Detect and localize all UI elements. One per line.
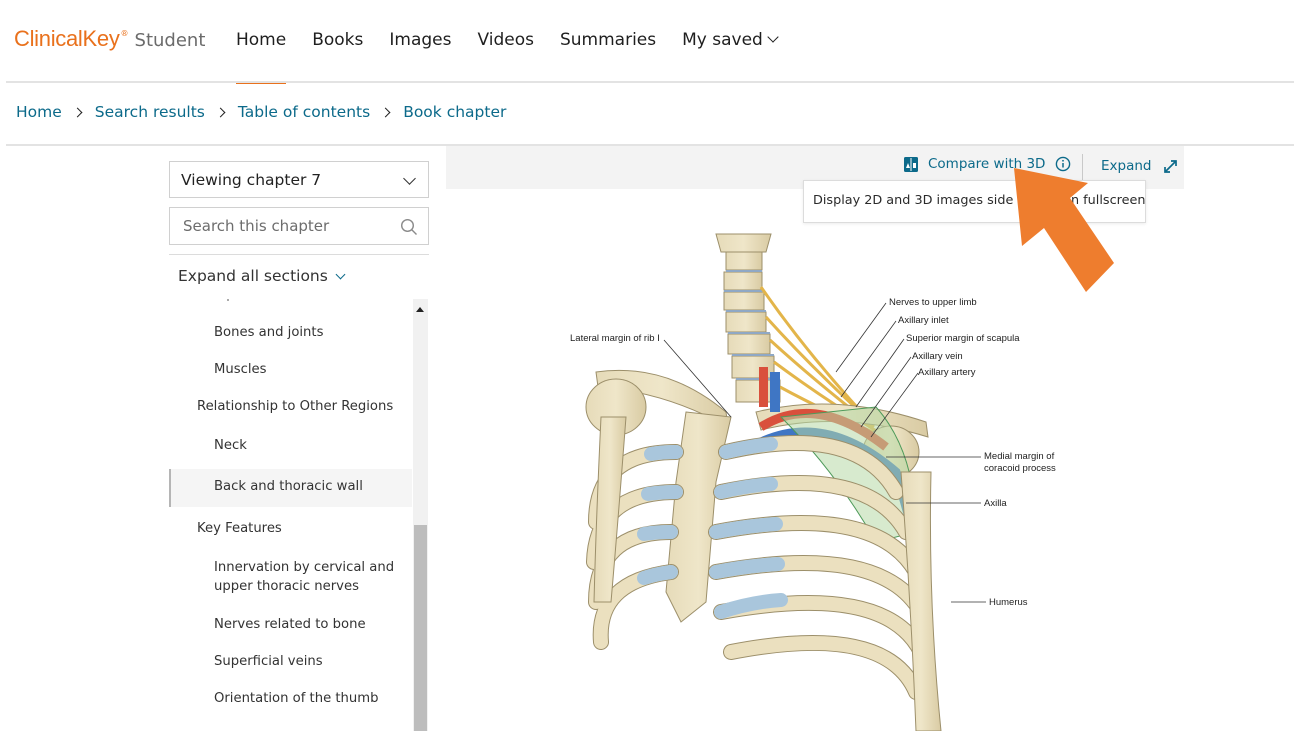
toc-item-innervation[interactable]: Innervation by cervical and upper thorac… (169, 558, 409, 596)
label-axillary-vein: Axillary vein (912, 351, 963, 362)
toc-item-key-features[interactable]: Key Features (169, 519, 412, 538)
expand-arrows-icon (1163, 159, 1177, 173)
toc-item-orientation-of-thumb[interactable]: Orientation of the thumb (169, 689, 412, 708)
top-header: ClinicalKey ® Student Home Books Images … (0, 0, 1300, 84)
toc-item-bones-and-joints[interactable]: Bones and joints (169, 323, 412, 342)
breadcrumb-table-of-contents[interactable]: Table of contents (238, 103, 370, 121)
anatomy-figure[interactable]: Lateral margin of rib I Nerves to upper … (556, 222, 1076, 731)
scrollbar-thumb[interactable] (414, 525, 427, 731)
label-medial-margin-coracoid-1: Medial margin of (984, 451, 1055, 462)
header-divider (6, 81, 1294, 83)
nav-my-saved-label: My saved (682, 30, 763, 50)
toc-item-muscles[interactable]: Muscles (169, 360, 412, 379)
nav-videos[interactable]: Videos (477, 30, 534, 50)
toc-item-superficial-veins[interactable]: Superficial veins (169, 652, 412, 671)
nav-summaries[interactable]: Summaries (560, 30, 656, 50)
carotid-artery (759, 367, 768, 407)
nav-books[interactable]: Books (312, 30, 363, 50)
logo-brand: ClinicalKey (14, 26, 120, 51)
chapter-sidebar: Viewing chapter 7 Expand all sections Bo… (169, 161, 429, 731)
chevron-down-icon (767, 31, 779, 43)
compare-3d-icon (904, 156, 918, 172)
jugular-vein (770, 372, 780, 412)
chapter-search-input[interactable] (183, 217, 393, 235)
nav-images[interactable]: Images (389, 30, 451, 50)
chapter-select[interactable]: Viewing chapter 7 (169, 161, 429, 198)
chapter-select-value: Viewing chapter 7 (181, 170, 322, 189)
label-lateral-margin-rib: Lateral margin of rib I (570, 333, 660, 344)
chapter-search (169, 207, 429, 245)
sternum (665, 411, 732, 623)
toc-item-relationship-to-other-regions[interactable]: Relationship to Other Regions (169, 397, 412, 416)
label-nerves-to-upper-limb: Nerves to upper limb (889, 297, 977, 308)
logo-registered-mark: ® (120, 29, 129, 38)
label-axillary-inlet: Axillary inlet (898, 315, 949, 326)
expand-all-label: Expand all sections (178, 267, 328, 285)
chevron-right-icon (72, 107, 83, 117)
label-humerus: Humerus (989, 597, 1028, 608)
label-axilla: Axilla (984, 498, 1007, 509)
toc-item-neck[interactable]: Neck (169, 436, 412, 455)
annotation-arrow-icon (1014, 168, 1114, 292)
toc-item-nerves-related-to-bone[interactable]: Nerves related to bone (169, 615, 412, 634)
label-superior-margin-scapula: Superior margin of scapula (906, 333, 1020, 344)
table-of-contents: Bones and joints Muscles Relationship to… (169, 299, 412, 731)
nav-my-saved[interactable]: My saved (682, 30, 779, 50)
toc-item-back-and-thoracic-wall[interactable]: Back and thoracic wall (169, 469, 412, 507)
sidebar-divider (169, 254, 429, 255)
chevron-down-icon (403, 172, 416, 185)
label-axillary-artery: Axillary artery (918, 367, 976, 378)
breadcrumb: Home Search results Table of contents Bo… (16, 103, 506, 121)
main-nav: Home Books Images Videos Summaries My sa… (236, 30, 803, 84)
expand-all-sections[interactable]: Expand all sections (178, 267, 346, 285)
toc-scrollbar[interactable] (413, 299, 428, 731)
chevron-right-icon (380, 107, 391, 117)
chevron-down-icon (335, 269, 346, 279)
scroll-up-arrow-icon[interactable] (416, 307, 424, 312)
breadcrumb-search-results[interactable]: Search results (95, 103, 205, 121)
breadcrumb-home[interactable]: Home (16, 103, 62, 121)
label-medial-margin-coracoid-2: coracoid process (984, 463, 1056, 474)
logo-product: Student (134, 30, 206, 51)
search-icon[interactable] (400, 218, 418, 236)
nav-home[interactable]: Home (236, 30, 287, 84)
breadcrumb-book-chapter[interactable]: Book chapter (403, 103, 506, 121)
thorax-skeleton-illustration (585, 233, 986, 731)
clinicalkey-logo[interactable]: ClinicalKey ® Student (14, 26, 205, 52)
scroll-overflow-dot (227, 299, 229, 301)
chevron-right-icon (215, 107, 226, 117)
